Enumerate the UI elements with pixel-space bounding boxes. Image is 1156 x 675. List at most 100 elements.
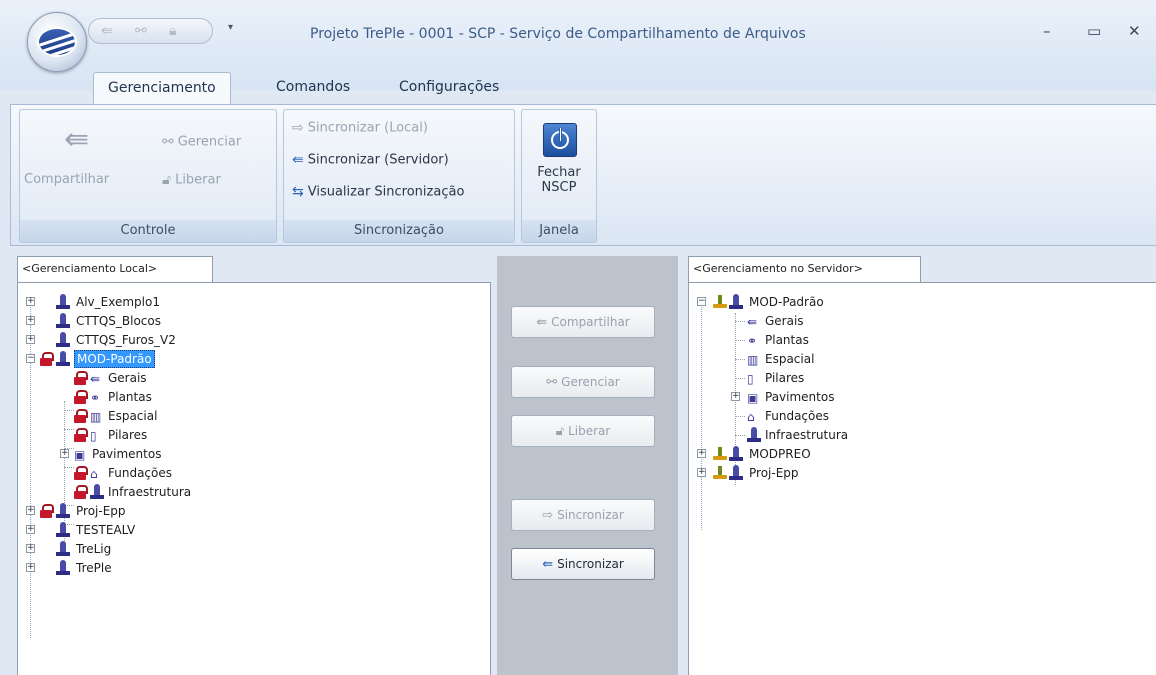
tree-label: MOD-Padrão xyxy=(74,350,155,368)
view-sync-icon: ⇆ xyxy=(292,184,304,200)
tree-label: Gerais xyxy=(108,371,147,385)
expand-icon[interactable]: + xyxy=(26,297,35,306)
local-tree-view[interactable]: + Alv_Exemplo1 + CTTQS_Blocos + CTTQS_Fu… xyxy=(17,282,491,675)
lock-icon xyxy=(40,504,54,518)
pilares-icon: ▯ xyxy=(90,429,97,443)
expand-icon[interactable]: + xyxy=(60,449,69,458)
fechar-label: Fechar xyxy=(537,165,581,180)
tree-label: Plantas xyxy=(108,390,152,404)
pavimentos-icon: ▣ xyxy=(747,391,759,405)
liberar-label: Liberar xyxy=(568,424,611,438)
server-tree-view[interactable]: − MOD-Padrão ⇚ Gerais ⚭ Plantas ▥ Espaci… xyxy=(688,282,1156,675)
tree-label: Espacial xyxy=(765,352,815,366)
nscp-label: NSCP xyxy=(541,180,577,195)
tree-label: Fundações xyxy=(108,466,173,480)
tree-label: Infraestrutura xyxy=(108,485,192,499)
project-icon xyxy=(729,446,743,462)
gerenciar-button-middle[interactable]: ⚯ Gerenciar xyxy=(511,366,655,398)
lock-icon xyxy=(74,428,88,442)
project-icon xyxy=(56,351,70,367)
sync-local-icon: ⇨ xyxy=(292,120,304,136)
window-title: Projeto TrePle - 0001 - SCP - Serviço de… xyxy=(310,26,806,42)
expand-icon[interactable]: + xyxy=(26,544,35,553)
sincronizar-servidor-button[interactable]: ⇚ Sincronizar (Servidor) xyxy=(292,152,449,168)
expand-icon[interactable]: + xyxy=(731,392,740,401)
fundacoes-icon: ⌂ xyxy=(90,467,98,481)
fundacoes-icon: ⌂ xyxy=(747,410,755,424)
server-icon xyxy=(713,447,727,461)
sinc-local-label: Sincronizar (Local) xyxy=(307,120,428,136)
liberar-button-middle[interactable]: 🔓︎ Liberar xyxy=(511,415,655,447)
server-icon xyxy=(713,466,727,480)
project-icon xyxy=(729,294,743,310)
project-icon xyxy=(729,465,743,481)
compartilhar-button-middle[interactable]: ⇚ Compartilhar xyxy=(511,306,655,338)
expand-icon[interactable]: + xyxy=(26,316,35,325)
manage-icon: ⚯ xyxy=(162,134,174,150)
sync-server-icon: ⇚ xyxy=(542,556,554,572)
liberar-label: Liberar xyxy=(175,172,221,188)
espacial-icon: ▥ xyxy=(747,353,759,367)
tab-configuracoes[interactable]: Configurações xyxy=(399,72,499,104)
expand-icon[interactable]: + xyxy=(26,563,35,572)
infraestrutura-icon xyxy=(90,484,104,500)
expand-icon[interactable]: + xyxy=(697,449,706,458)
maximize-button[interactable]: ▭ xyxy=(1087,22,1101,40)
expand-icon[interactable]: + xyxy=(697,468,706,477)
lock-icon xyxy=(40,352,54,366)
app-logo-icon xyxy=(37,27,77,57)
tab-gerenciamento-servidor[interactable]: <Gerenciamento no Servidor> xyxy=(688,256,921,282)
project-icon xyxy=(56,313,70,329)
tree-label: CTTQS_Blocos xyxy=(76,314,161,328)
tree-label: Pavimentos xyxy=(92,447,162,461)
compartilhar-button[interactable]: Compartilhar xyxy=(24,172,109,187)
tree-label: Infraestrutura xyxy=(765,428,849,442)
sincronizar-servidor-button-middle[interactable]: ⇚ Sincronizar xyxy=(511,548,655,580)
liberar-button[interactable]: 🔓︎ Liberar xyxy=(162,172,221,188)
power-icon[interactable] xyxy=(543,123,577,157)
tree-label: Alv_Exemplo1 xyxy=(76,295,160,309)
project-icon xyxy=(56,332,70,348)
group-sincronizacao: ⇨ Sincronizar (Local) ⇚ Sincronizar (Servi… xyxy=(283,109,515,243)
expand-icon[interactable]: + xyxy=(26,335,35,344)
sync-server-icon: ⇚ xyxy=(292,152,304,168)
espacial-icon: ▥ xyxy=(90,410,102,424)
collapse-icon[interactable]: − xyxy=(697,297,706,306)
close-button[interactable]: ✕ xyxy=(1128,22,1141,40)
expand-icon[interactable]: + xyxy=(26,506,35,515)
minimize-button[interactable]: – xyxy=(1043,22,1051,40)
project-icon xyxy=(56,541,70,557)
tree-label: Gerais xyxy=(765,314,804,328)
project-icon xyxy=(56,560,70,576)
group-controle: ⇚ Compartilhar ⚯ Gerenciar 🔓︎ Liberar Cont… xyxy=(19,109,277,243)
visualizar-sincronizacao-button[interactable]: ⇆ Visualizar Sincronização xyxy=(292,184,464,200)
application-menu-button[interactable] xyxy=(27,12,87,72)
qat-dropdown-arrow-icon[interactable]: ▾ xyxy=(228,22,233,33)
gerais-icon: ⇚ xyxy=(90,372,101,386)
plantas-icon: ⚭ xyxy=(90,391,101,405)
tab-gerenciamento-local[interactable]: <Gerenciamento Local> xyxy=(17,256,213,282)
lock-icon xyxy=(74,485,88,499)
tab-comandos[interactable]: Comandos xyxy=(276,72,350,104)
expand-icon[interactable]: + xyxy=(26,525,35,534)
tree-label: Plantas xyxy=(765,333,809,347)
compartilhar-label: Compartilhar xyxy=(551,315,630,329)
gerenciar-button[interactable]: ⚯ Gerenciar xyxy=(162,134,241,150)
collapse-icon[interactable]: − xyxy=(26,354,35,363)
tree-label: MODPREO xyxy=(749,447,811,461)
project-icon xyxy=(56,522,70,538)
share-icon[interactable]: ⇚ xyxy=(101,23,113,39)
sync-local-icon: ⇨ xyxy=(542,507,554,523)
gerenciar-label: Gerenciar xyxy=(177,134,242,150)
tree-label: Pavimentos xyxy=(765,390,835,404)
manage-icon[interactable]: ⚯ xyxy=(135,23,147,39)
lock-icon xyxy=(74,390,88,404)
sinc-local-label: Sincronizar xyxy=(557,508,624,522)
sincronizar-local-button[interactable]: ⇨ Sincronizar (Local) xyxy=(292,120,428,136)
tree-label: TESTEALV xyxy=(76,523,136,537)
fechar-nscp-button[interactable]: Fechar NSCP xyxy=(522,165,596,195)
pavimentos-icon: ▣ xyxy=(74,448,86,462)
sincronizar-local-button-middle[interactable]: ⇨ Sincronizar xyxy=(511,499,655,531)
tab-gerenciamento[interactable]: Gerenciamento xyxy=(93,72,231,104)
lock-icon[interactable]: 🔒︎ xyxy=(169,23,176,39)
